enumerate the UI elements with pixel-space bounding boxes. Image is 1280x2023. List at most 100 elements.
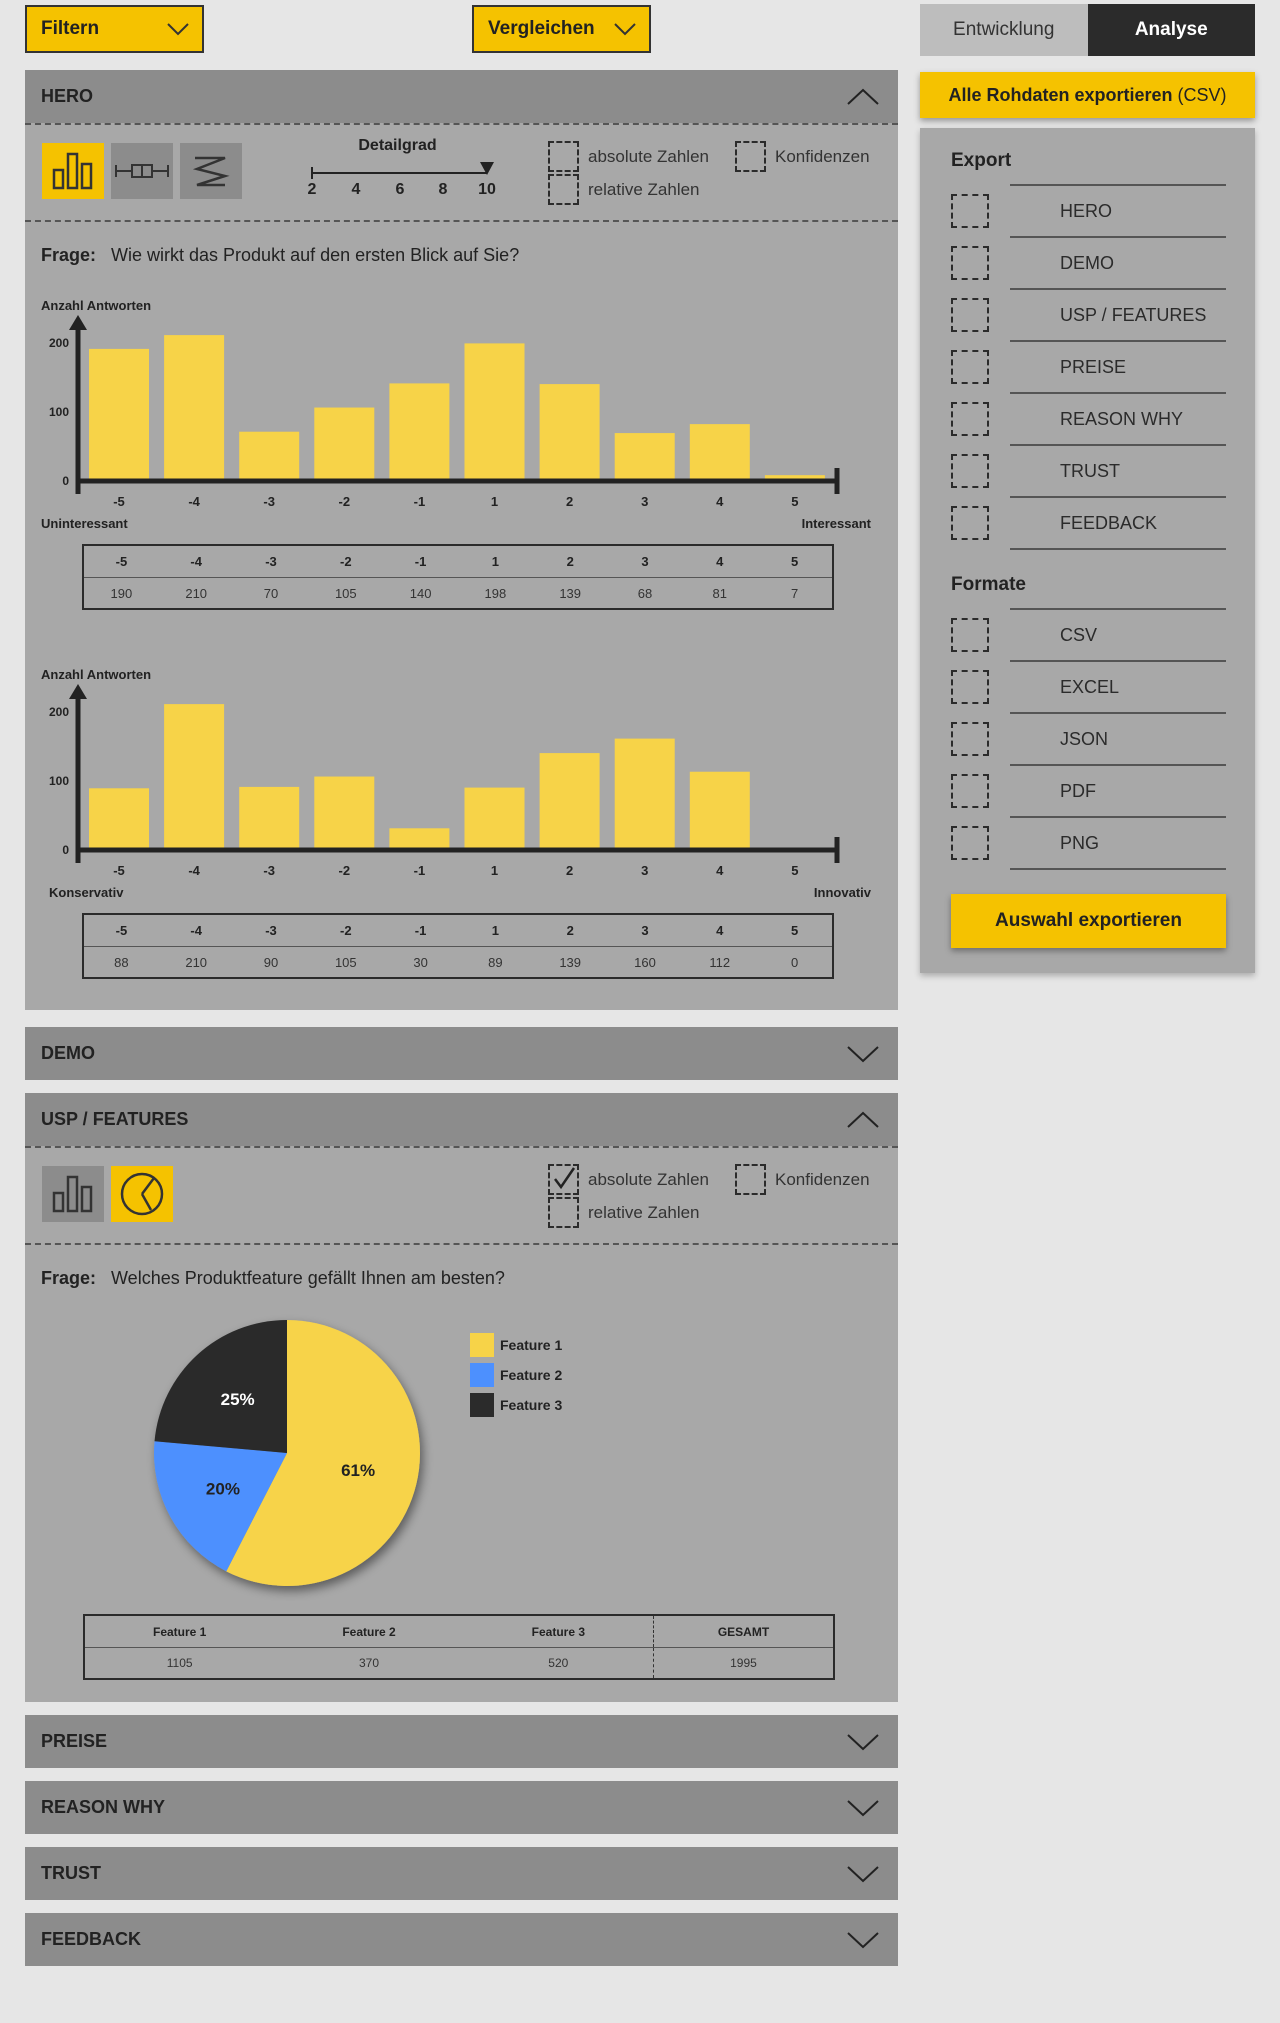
view-bar-chart-button[interactable] — [42, 1166, 104, 1222]
checkbox[interactable] — [951, 826, 989, 860]
format-item-row[interactable]: CSV — [951, 610, 1226, 662]
option-relative[interactable]: relative Zahlen — [548, 1197, 700, 1228]
table-cell: 105 — [334, 954, 357, 970]
option-confidence[interactable]: Konfidenzen — [735, 141, 870, 172]
filter-dropdown[interactable]: Filtern — [25, 5, 204, 53]
format-item-row[interactable]: PNG — [951, 818, 1226, 870]
view-boxplot-button[interactable] — [111, 143, 173, 199]
chevron-down-icon[interactable] — [846, 1732, 880, 1752]
export-item-row[interactable]: TRUST — [951, 446, 1226, 498]
bar — [89, 788, 149, 849]
checkbox[interactable] — [951, 298, 989, 332]
format-item-row[interactable]: JSON — [951, 714, 1226, 766]
detail-tick: 10 — [478, 181, 496, 198]
table-header-cell: 2 — [566, 923, 574, 938]
question: Frage: Welches Produktfeature gefällt Ihn… — [41, 1268, 505, 1289]
section-header-hero[interactable]: HERO — [25, 70, 898, 123]
option-relative[interactable]: relative Zahlen — [548, 174, 700, 205]
option-label: absolute Zahlen — [588, 146, 709, 166]
table-header-cell: 3 — [641, 923, 649, 938]
table-header-cell: -4 — [190, 554, 202, 569]
zigzag-icon — [192, 156, 230, 187]
table-header-row: -5 -4 -3 -2 -1 1 2 3 4 5 — [84, 915, 832, 946]
checkbox[interactable] — [951, 506, 989, 540]
table-cell: 89 — [488, 954, 503, 970]
option-absolute[interactable]: absolute Zahlen — [548, 1164, 709, 1195]
table-cell: 210 — [185, 585, 208, 601]
chevron-down-icon[interactable] — [846, 1864, 880, 1884]
view-bar-chart-button[interactable] — [42, 143, 104, 199]
checkbox[interactable] — [548, 1197, 579, 1228]
section-header-feedback[interactable]: FEEDBACK — [25, 1913, 898, 1966]
format-item-label: PNG — [1010, 818, 1226, 870]
checkbox[interactable] — [951, 774, 989, 808]
export-selection-button[interactable]: Auswahl exportieren — [951, 894, 1226, 948]
chevron-up-icon[interactable] — [846, 1110, 880, 1130]
checkbox[interactable] — [951, 402, 989, 436]
format-item-row[interactable]: PDF — [951, 766, 1226, 818]
y-axis-label: Anzahl Antworten — [41, 298, 151, 313]
chevron-down-icon[interactable] — [846, 1044, 880, 1064]
bar — [239, 431, 300, 480]
table-cell: 520 — [548, 1656, 569, 1670]
format-item-row[interactable]: EXCEL — [951, 662, 1226, 714]
table-cell: 198 — [484, 585, 507, 601]
view-pie-chart-button[interactable] — [111, 1166, 173, 1222]
view-distribution-button[interactable] — [180, 143, 242, 199]
detail-level-slider[interactable]: Detailgrad 2 4 6 8 10 — [295, 137, 500, 198]
table-header-cell: -1 — [414, 554, 427, 569]
section-header-usp-features[interactable]: USP / FEATURES — [25, 1093, 898, 1146]
x-tick-label: -2 — [339, 863, 351, 878]
checkbox[interactable] — [548, 141, 579, 172]
x-tick-label: 2 — [566, 863, 573, 878]
export-item-label: HERO — [1010, 186, 1226, 238]
checkbox[interactable] — [735, 1164, 766, 1195]
option-confidence[interactable]: Konfidenzen — [735, 1164, 870, 1195]
table-cell: 210 — [185, 954, 208, 970]
compare-dropdown[interactable]: Vergleichen — [472, 5, 651, 53]
x-tick-label: -5 — [113, 863, 125, 878]
y-tick-label: 100 — [49, 405, 69, 419]
export-item-row[interactable]: FEEDBACK — [951, 498, 1226, 550]
checkbox[interactable] — [951, 194, 989, 228]
export-item-row[interactable]: DEMO — [951, 238, 1226, 290]
y-tick-label: 200 — [49, 705, 69, 719]
bar — [314, 407, 375, 480]
export-item-row[interactable]: USP / FEATURES — [951, 290, 1226, 342]
export-all-raw-button[interactable]: Alle Rohdaten exportieren (CSV) — [920, 72, 1255, 118]
section-header-reason-why[interactable]: REASON WHY — [25, 1781, 898, 1834]
section-header-preise[interactable]: PREISE — [25, 1715, 898, 1768]
option-absolute[interactable]: absolute Zahlen — [548, 141, 709, 172]
tab-analyse[interactable]: Analyse — [1087, 4, 1255, 56]
section-title: DEMO — [41, 1043, 95, 1063]
export-item-row[interactable]: PREISE — [951, 342, 1226, 394]
x-tick-label: 1 — [491, 863, 498, 878]
tab-entwicklung[interactable]: Entwicklung — [920, 4, 1088, 56]
chevron-down-icon[interactable] — [846, 1798, 880, 1818]
checkbox[interactable] — [548, 174, 579, 205]
checkbox-checked[interactable] — [548, 1164, 579, 1195]
chevron-down-icon[interactable] — [846, 1930, 880, 1950]
bar — [464, 343, 525, 480]
table-header-cell: Feature 2 — [342, 1624, 396, 1639]
checkbox[interactable] — [735, 141, 766, 172]
checkbox[interactable] — [951, 454, 989, 488]
pie-slice — [154, 1320, 287, 1453]
checkbox[interactable] — [951, 670, 989, 704]
checkbox[interactable] — [951, 722, 989, 756]
checkbox[interactable] — [951, 618, 989, 652]
legend-swatch — [470, 1333, 494, 1357]
export-item-label: USP / FEATURES — [1010, 290, 1226, 342]
export-item-row[interactable]: HERO — [951, 186, 1226, 238]
checkbox[interactable] — [951, 246, 989, 280]
section-header-demo[interactable]: DEMO — [25, 1027, 898, 1080]
checkmark-icon — [554, 1167, 576, 1190]
chevron-up-icon[interactable] — [846, 87, 880, 107]
checkbox[interactable] — [951, 350, 989, 384]
table-header-cell: -5 — [115, 554, 128, 569]
table-cell: 0 — [790, 954, 799, 970]
option-label: absolute Zahlen — [588, 1169, 709, 1189]
export-item-label: FEEDBACK — [1010, 498, 1226, 550]
section-header-trust[interactable]: TRUST — [25, 1847, 898, 1900]
export-item-row[interactable]: REASON WHY — [951, 394, 1226, 446]
